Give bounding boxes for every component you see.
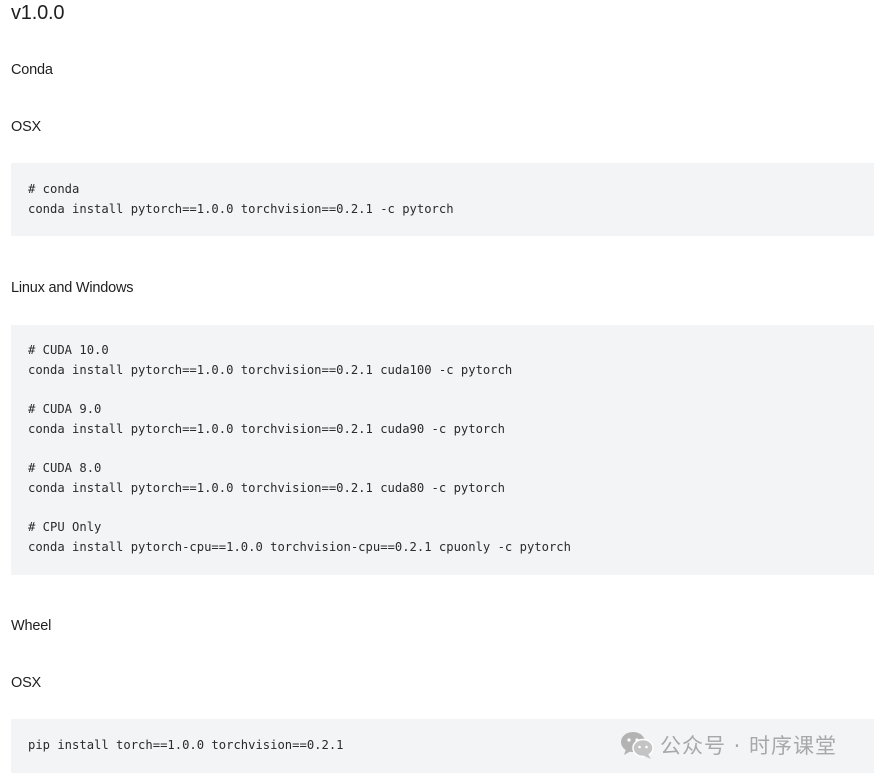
version-heading: v1.0.0	[11, 2, 65, 24]
release-notes-page: v1.0.0 Conda OSX # conda conda install p…	[0, 0, 888, 780]
code-comment: # CPU Only	[28, 520, 102, 534]
conda-osx-label: OSX	[11, 119, 42, 135]
wheel-heading: Wheel	[11, 618, 52, 634]
code-spacer	[28, 380, 874, 399]
code-line: conda install pytorch-cpu==1.0.0 torchvi…	[28, 540, 571, 554]
code-spacer	[28, 439, 874, 458]
code-line: conda install pytorch==1.0.0 torchvision…	[28, 481, 505, 495]
code-line: conda install pytorch==1.0.0 torchvision…	[28, 202, 454, 216]
wheel-osx-label: OSX	[11, 675, 42, 691]
code-line: # conda	[28, 182, 80, 196]
code-comment: # CUDA 8.0	[28, 461, 102, 475]
conda-heading: Conda	[11, 62, 53, 78]
code-line: conda install pytorch==1.0.0 torchvision…	[28, 363, 513, 377]
conda-linux-windows-label: Linux and Windows	[11, 280, 134, 296]
code-comment: # CUDA 10.0	[28, 343, 109, 357]
conda-linux-windows-code-block[interactable]: # CUDA 10.0 conda install pytorch==1.0.0…	[11, 325, 874, 575]
conda-osx-code-block[interactable]: # conda conda install pytorch==1.0.0 tor…	[11, 163, 874, 236]
watermark: 公众号 · 时序课堂	[620, 728, 837, 762]
watermark-text: 公众号 · 时序课堂	[660, 734, 838, 758]
wechat-icon	[621, 732, 654, 759]
code-line: conda install pytorch==1.0.0 torchvision…	[28, 422, 505, 436]
code-comment: # CUDA 9.0	[28, 402, 102, 416]
code-spacer	[28, 498, 874, 517]
